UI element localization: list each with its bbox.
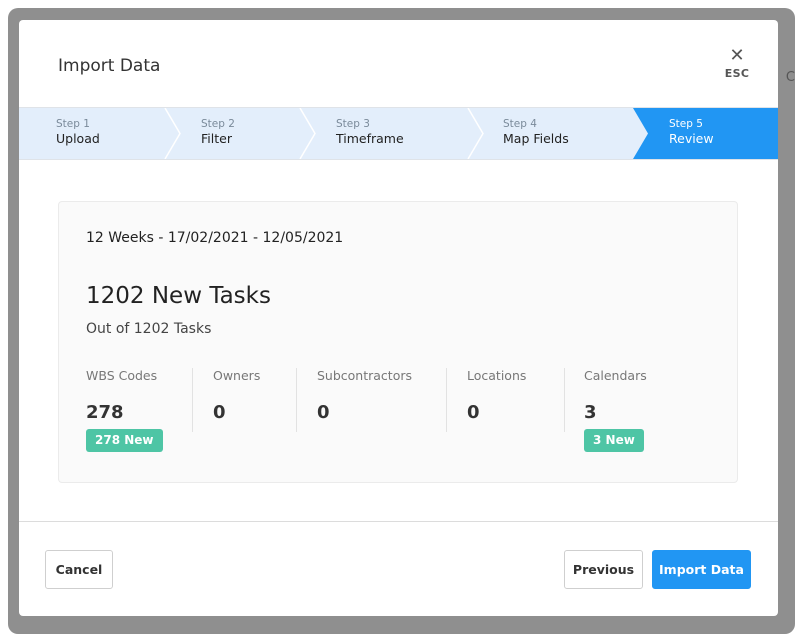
stat-value: 0: [317, 402, 330, 423]
step-number: Step 1: [56, 118, 90, 130]
close-button[interactable]: ✕ ESC: [722, 45, 752, 81]
stat-locations: Locations 0: [467, 368, 526, 432]
import-data-button[interactable]: Import Data: [652, 550, 751, 589]
step-number: Step 3: [336, 118, 370, 130]
stat-label: Locations: [467, 368, 527, 383]
stat-value: 278: [86, 402, 124, 423]
step-review[interactable]: Step 5 Review: [669, 117, 714, 147]
import-stepper: Step 1 Upload Step 2 Filter Step 3 Timef…: [19, 107, 778, 160]
new-count-badge: 3 New: [584, 429, 644, 452]
new-tasks-headline: 1202 New Tasks: [86, 283, 271, 309]
step-map-fields[interactable]: Step 4 Map Fields: [503, 117, 569, 147]
step-label: Timeframe: [336, 131, 404, 146]
total-tasks-subline: Out of 1202 Tasks: [86, 321, 212, 337]
cancel-button[interactable]: Cancel: [45, 550, 113, 589]
stat-divider: [192, 368, 193, 432]
new-count-badge: 278 New: [86, 429, 163, 452]
review-summary-card: 12 Weeks - 17/02/2021 - 12/05/2021 1202 …: [58, 201, 738, 483]
stat-value: 3: [584, 402, 597, 423]
stat-label: Owners: [213, 368, 261, 383]
stat-divider: [564, 368, 565, 432]
stat-divider: [446, 368, 447, 432]
stat-label: WBS Codes: [86, 368, 158, 383]
close-label: ESC: [724, 67, 750, 80]
step-upload[interactable]: Step 1 Upload: [56, 117, 100, 147]
step-number: Step 5: [669, 118, 703, 130]
stat-value: 0: [467, 402, 480, 423]
step-filter[interactable]: Step 2 Filter: [201, 117, 235, 147]
timeframe-range: 12 Weeks - 17/02/2021 - 12/05/2021: [86, 230, 344, 246]
step-label: Upload: [56, 131, 100, 146]
stat-owners: Owners 0: [213, 368, 260, 432]
stat-wbs-codes: WBS Codes 278 278 New: [86, 368, 163, 452]
stat-divider: [296, 368, 297, 432]
stat-label: Subcontractors: [317, 368, 413, 383]
step-label: Map Fields: [503, 131, 569, 146]
step-timeframe[interactable]: Step 3 Timeframe: [336, 117, 404, 147]
import-data-modal: Import Data ✕ ESC Step 1 Upload Step 2 F…: [19, 20, 778, 616]
close-icon: ✕: [729, 45, 745, 66]
background-peek-text: C: [785, 70, 795, 85]
stat-subcontractors: Subcontractors 0: [317, 368, 412, 432]
modal-title: Import Data: [58, 56, 161, 76]
footer-divider: [19, 521, 778, 522]
previous-button[interactable]: Previous: [564, 550, 643, 589]
stat-value: 0: [213, 402, 226, 423]
stat-calendars: Calendars 3 3 New: [584, 368, 647, 452]
step-label: Review: [669, 131, 714, 146]
step-label: Filter: [201, 131, 232, 146]
step-number: Step 4: [503, 118, 537, 130]
step-number: Step 2: [201, 118, 235, 130]
stat-label: Calendars: [584, 368, 647, 383]
